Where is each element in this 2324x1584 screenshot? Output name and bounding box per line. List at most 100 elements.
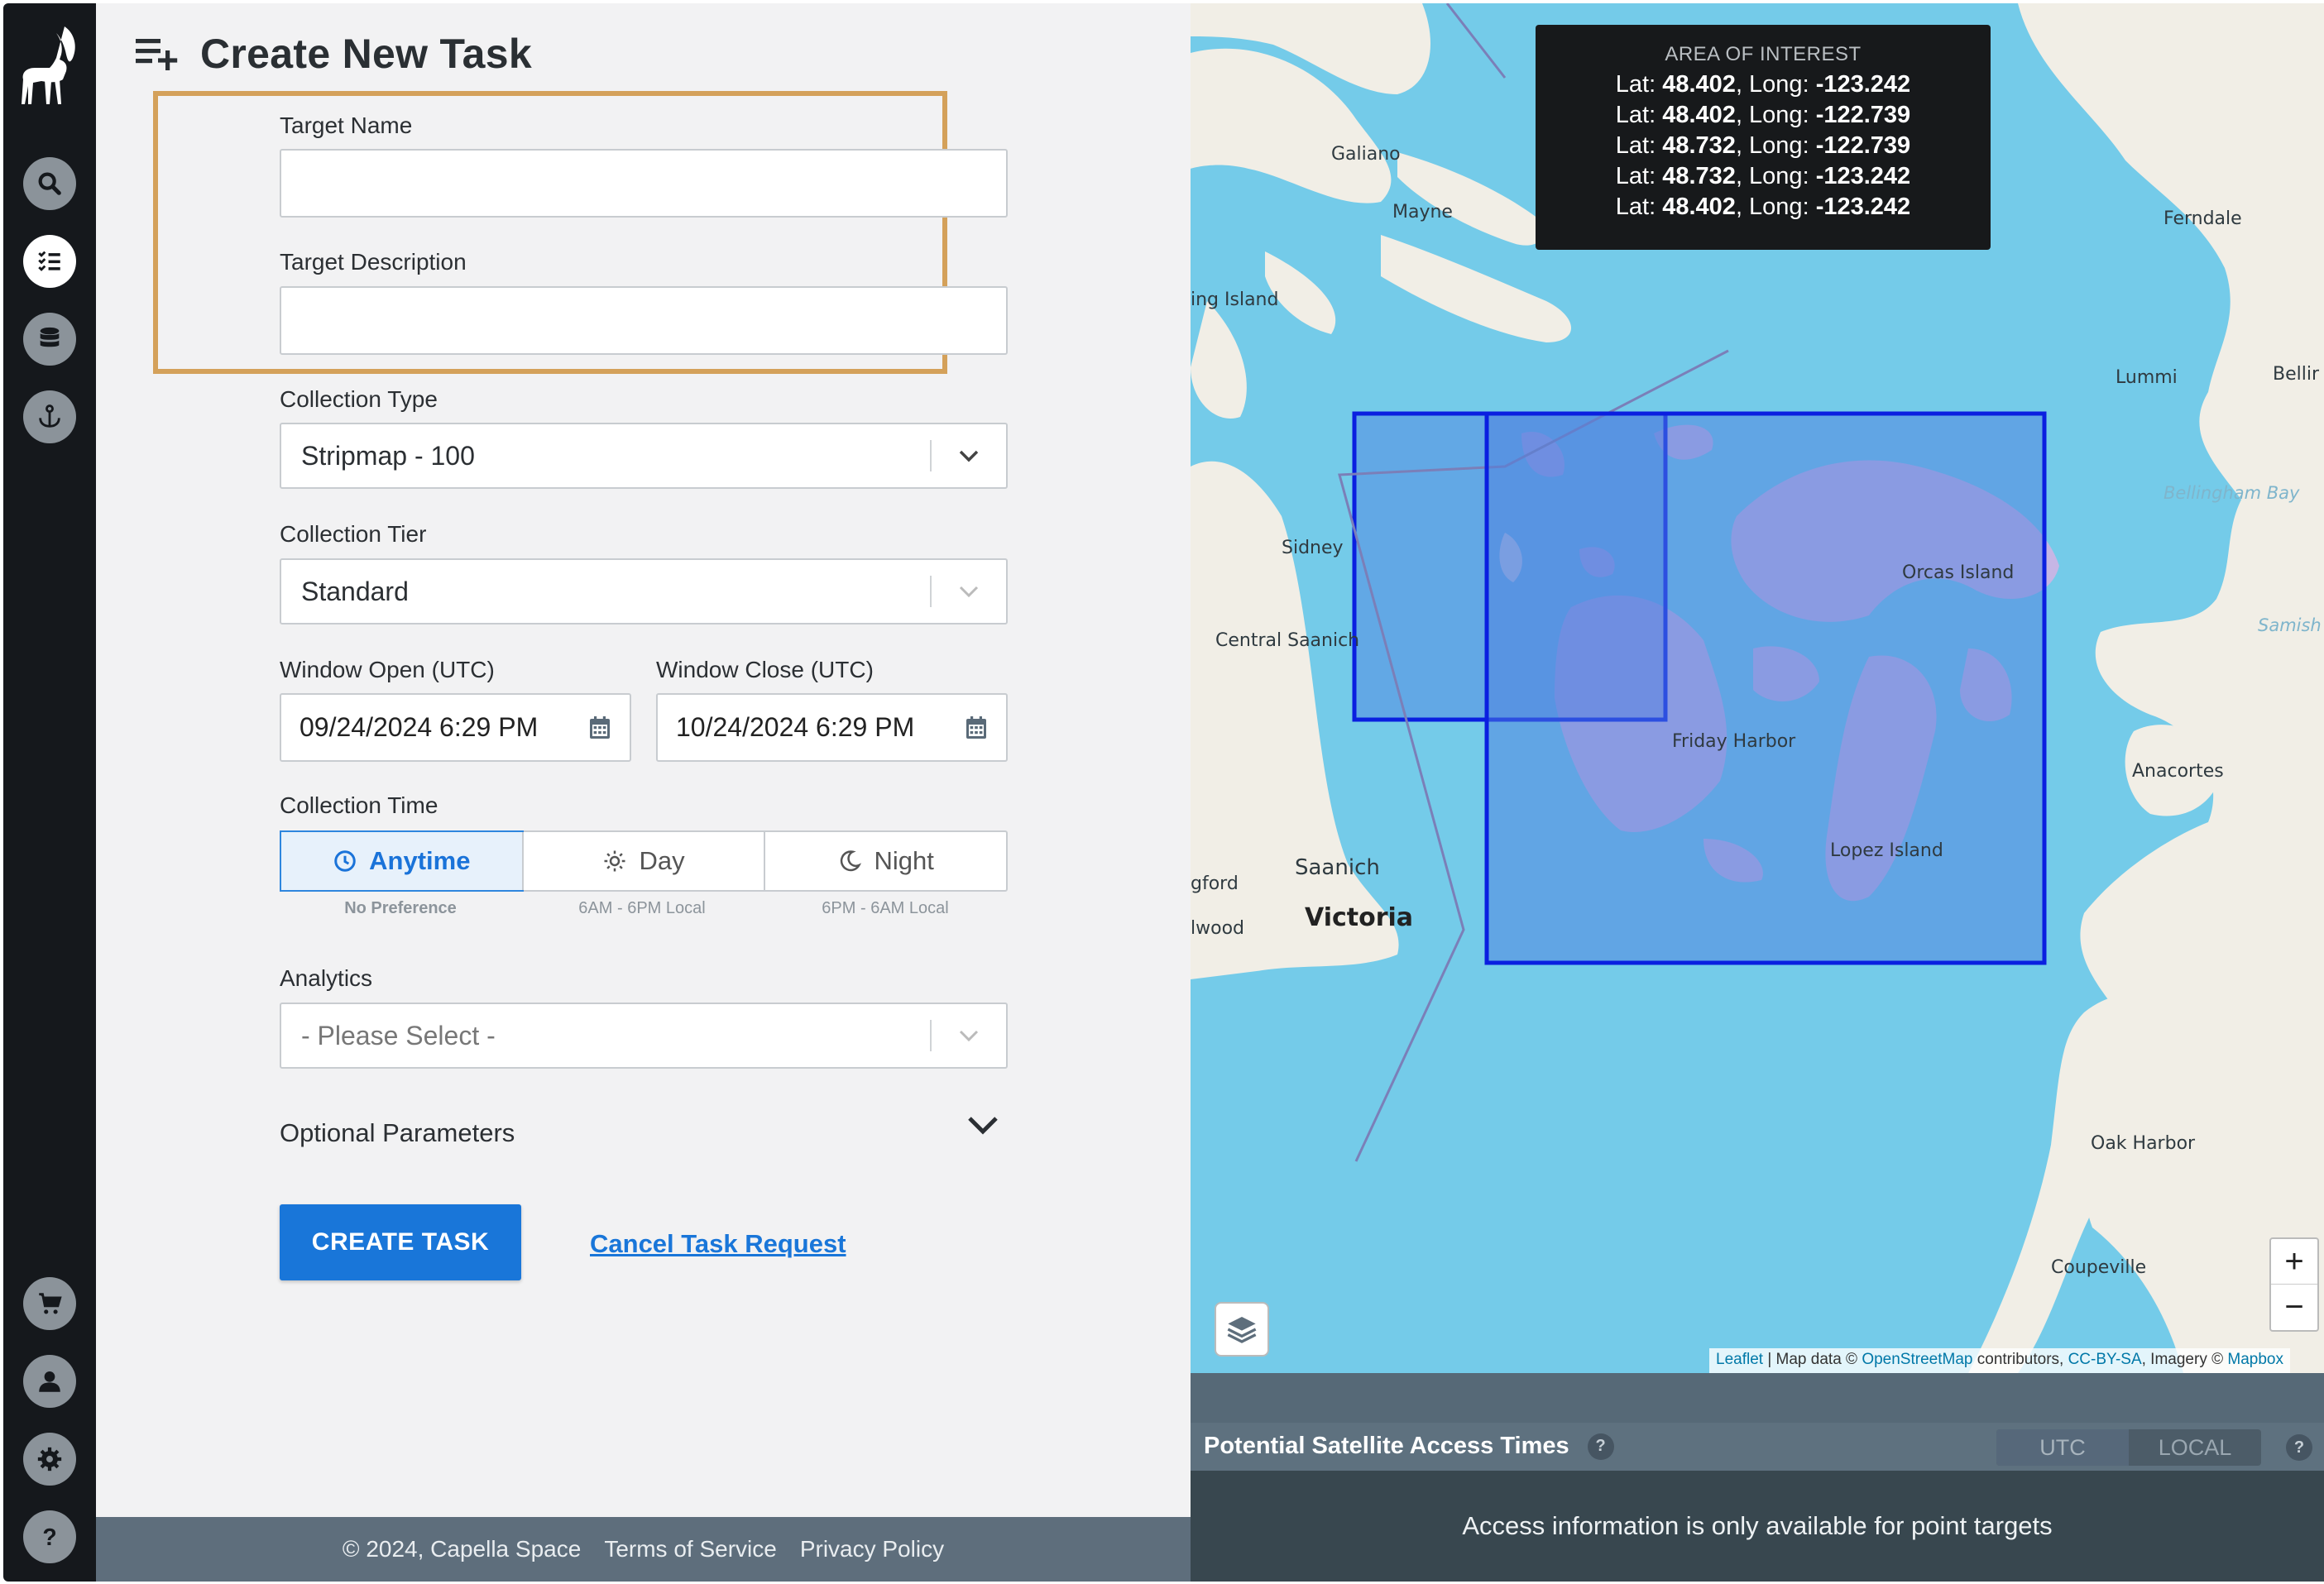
map-label-ferndale: Ferndale: [2163, 208, 2242, 229]
aoi-coordinate-row: Lat: 48.732, Long: -123.242: [1615, 163, 1911, 189]
local-toggle-button[interactable]: LOCAL: [2129, 1429, 2261, 1466]
zoom-out-button[interactable]: −: [2271, 1285, 2317, 1330]
anchor-icon: [39, 404, 60, 428]
anytime-sublabel: No Preference: [344, 899, 457, 917]
search-icon: [38, 172, 61, 195]
map-label-orcas-island: Orcas Island: [1902, 562, 2015, 583]
question-icon: ?: [42, 1524, 56, 1551]
user-icon: [39, 1371, 60, 1392]
mapbox-link[interactable]: Mapbox: [2227, 1351, 2283, 1368]
map-label-galiano: Galiano: [1331, 144, 1401, 165]
collection-time-day[interactable]: Day: [521, 832, 764, 890]
collection-type-select[interactable]: Stripmap - 100: [280, 423, 1008, 489]
settings-nav-button[interactable]: [23, 1433, 76, 1486]
optional-parameters-toggle[interactable]: Optional Parameters: [280, 1118, 515, 1148]
timezone-toggle: UTC LOCAL: [1996, 1429, 2261, 1466]
search-nav-button[interactable]: [23, 157, 76, 210]
terms-link[interactable]: Terms of Service: [604, 1536, 777, 1562]
chevron-down-icon[interactable]: [966, 1113, 999, 1138]
map-label-lummi: Lummi: [2116, 367, 2178, 388]
collection-time-night[interactable]: Night: [764, 832, 1006, 890]
map-label-gford: gford: [1191, 873, 1239, 894]
access-times-body: Access information is only available for…: [1191, 1471, 2324, 1582]
cancel-task-link[interactable]: Cancel Task Request: [590, 1229, 846, 1259]
task-list-icon: [38, 251, 60, 271]
gear-icon: [37, 1447, 62, 1472]
window-close-input[interactable]: 10/24/2024 6:29 PM: [656, 693, 1008, 762]
map-label-friday-harbor: Friday Harbor: [1672, 731, 1796, 752]
sun-icon: [604, 850, 625, 872]
map-label-sidney: Sidney: [1282, 538, 1344, 558]
map-label-samish: Samish: [2258, 615, 2322, 635]
analytics-placeholder: - Please Select -: [301, 1020, 496, 1050]
license-link[interactable]: CC-BY-SA: [2068, 1351, 2142, 1368]
collection-type-label: Collection Type: [280, 386, 438, 412]
night-label: Night: [874, 846, 934, 875]
analytics-select[interactable]: - Please Select -: [280, 1003, 1008, 1069]
svg-text:?: ?: [42, 1524, 56, 1551]
window-open-input[interactable]: 09/24/2024 6:29 PM: [280, 693, 631, 762]
copyright-text: © 2024, Capella Space: [342, 1536, 582, 1562]
area-of-interest-panel: AREA OF INTEREST Lat: 48.402, Long: -123…: [1536, 25, 1991, 250]
day-sublabel: 6AM - 6PM Local: [578, 899, 706, 917]
cart-icon: [39, 1293, 62, 1314]
user-nav-button[interactable]: [23, 1355, 76, 1408]
map-label-mayne: Mayne: [1392, 202, 1453, 223]
layers-button[interactable]: [1215, 1302, 1269, 1357]
access-info-message: Access information is only available for…: [1462, 1511, 2053, 1540]
ibex-logo-icon[interactable]: [17, 22, 83, 112]
page-title: Create New Task: [200, 31, 532, 77]
map-label-coupeville: Coupeville: [2051, 1257, 2147, 1278]
map-label-lopez-island: Lopez Island: [1830, 840, 1943, 861]
collection-tier-label: Collection Tier: [280, 521, 427, 547]
layers-icon: [1227, 1317, 1257, 1343]
analytics-label: Analytics: [280, 965, 373, 991]
day-label: Day: [639, 846, 685, 875]
target-name-input[interactable]: [280, 149, 1008, 218]
map-label-bellingham: Bellir: [2273, 364, 2320, 385]
collection-time-label: Collection Time: [280, 792, 438, 818]
map-label-victoria: Victoria: [1305, 903, 1414, 932]
aoi-coordinate-row: Lat: 48.732, Long: -122.739: [1615, 132, 1911, 159]
utc-toggle-button[interactable]: UTC: [1996, 1429, 2129, 1466]
zoom-control: + −: [2269, 1237, 2319, 1332]
timezone-help-icon[interactable]: ?: [2286, 1434, 2312, 1461]
target-description-input[interactable]: [280, 286, 1008, 355]
aoi-coordinate-row: Lat: 48.402, Long: -123.242: [1615, 194, 1911, 220]
cart-nav-button[interactable]: [23, 1277, 76, 1330]
aoi-coordinate-row: Lat: 48.402, Long: -122.739: [1615, 102, 1911, 128]
map-label-saanich: Saanich: [1295, 855, 1380, 880]
night-sublabel: 6PM - 6AM Local: [822, 899, 949, 917]
chevron-down-icon[interactable]: [932, 448, 1006, 463]
osm-link[interactable]: OpenStreetMap: [1862, 1351, 1972, 1368]
calendar-icon[interactable]: [588, 715, 611, 740]
create-task-button[interactable]: CREATE TASK: [280, 1204, 521, 1280]
map-label-ring-island: ing Island: [1191, 290, 1279, 310]
privacy-link[interactable]: Privacy Policy: [800, 1536, 944, 1562]
zoom-in-button[interactable]: +: [2271, 1239, 2317, 1285]
help-nav-button[interactable]: ?: [23, 1510, 76, 1563]
map-label-anacortes: Anacortes: [2132, 761, 2224, 782]
chevron-down-icon[interactable]: [932, 1028, 1006, 1043]
window-open-value: 09/24/2024 6:29 PM: [299, 712, 539, 742]
tasks-nav-button[interactable]: [23, 235, 76, 288]
window-close-label: Window Close (UTC): [656, 657, 874, 682]
collection-time-anytime[interactable]: Anytime: [280, 830, 524, 892]
database-icon: [40, 327, 60, 347]
chevron-down-icon[interactable]: [932, 584, 1006, 599]
database-nav-button[interactable]: [23, 313, 76, 366]
window-close-value: 10/24/2024 6:29 PM: [676, 712, 915, 742]
calendar-icon[interactable]: [965, 715, 988, 740]
anytime-label: Anytime: [369, 846, 471, 875]
target-description-label: Target Description: [280, 249, 467, 275]
anchor-nav-button[interactable]: [23, 390, 76, 443]
map-label-central-saanich: Central Saanich: [1215, 630, 1360, 651]
leaflet-link[interactable]: Leaflet: [1716, 1351, 1763, 1368]
collection-time-toggle: Anytime Day Night: [280, 830, 1008, 892]
footer: © 2024, Capella Space Terms of Service P…: [96, 1517, 1191, 1582]
collection-type-value: Stripmap - 100: [301, 440, 475, 471]
collection-tier-select[interactable]: Standard: [280, 558, 1008, 625]
access-times-title: Potential Satellite Access Times ?: [1204, 1433, 1614, 1460]
target-name-label: Target Name: [280, 112, 413, 138]
access-help-icon[interactable]: ?: [1587, 1433, 1614, 1460]
